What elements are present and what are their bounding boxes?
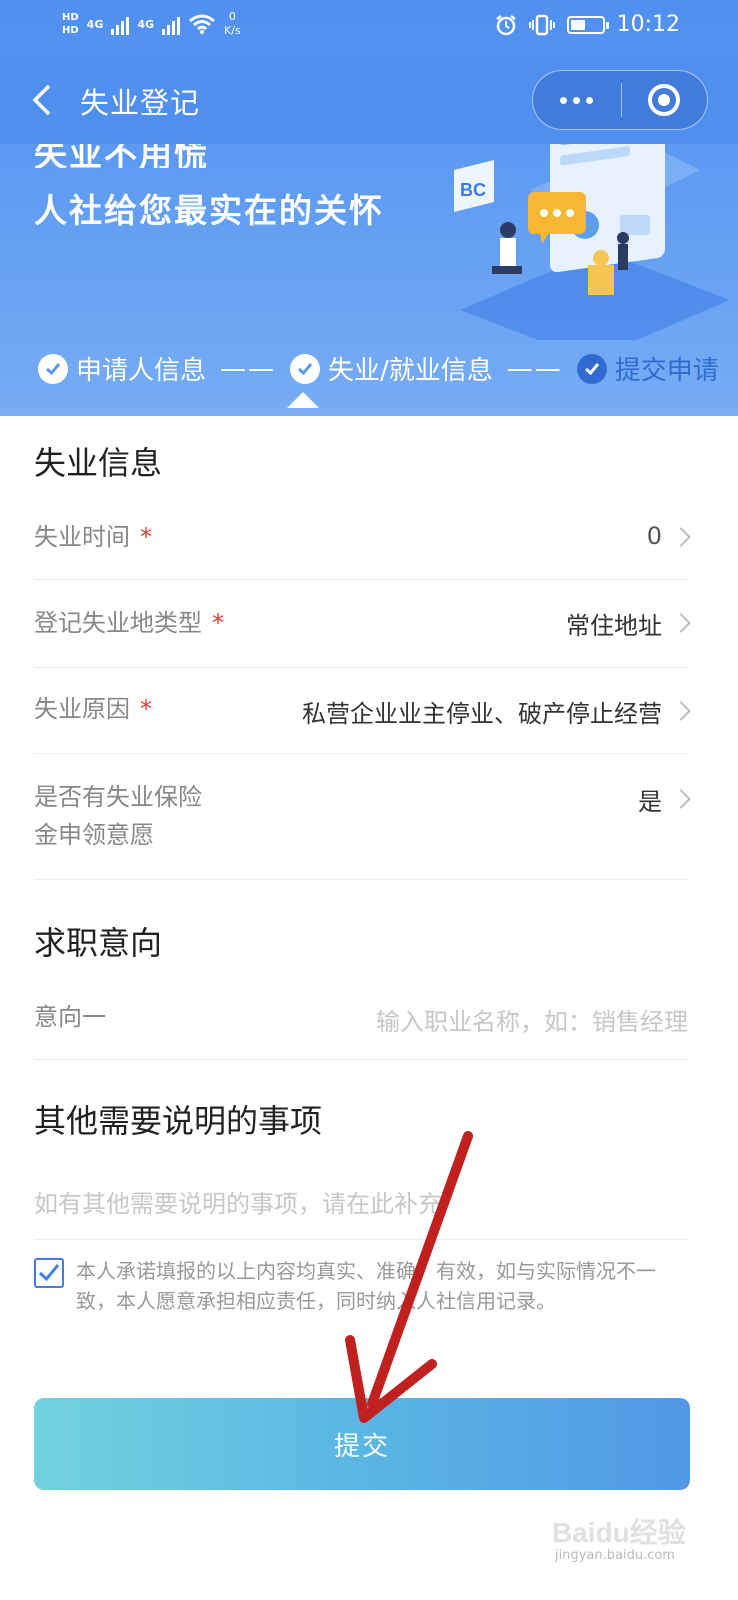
row-label-line2: 金申领意愿	[34, 821, 154, 849]
row-unemployment-date[interactable]: 失业时间 * 0	[34, 498, 691, 580]
alarm-icon	[495, 14, 516, 35]
step-label: 申请人信息	[76, 356, 207, 386]
job-intent-section-title: 求职意向	[34, 924, 163, 962]
hd-label-1: HD	[62, 12, 79, 23]
row-value: 常住地址	[566, 612, 662, 640]
required-mark: *	[140, 695, 152, 723]
signal-icon	[162, 13, 181, 35]
clock: 10:12	[616, 12, 680, 37]
step-employment-info: 失业/就业信息	[290, 350, 493, 387]
chevron-right-icon	[671, 527, 691, 547]
unemployment-section-title: 失业信息	[34, 444, 163, 482]
banner-slogan-line2: 人社给您最实在的关怀	[34, 191, 384, 230]
required-mark: *	[140, 523, 152, 551]
row-job-intent-1: 意向一 输入职业名称，如：销售经理	[34, 976, 688, 1060]
status-left: HD HD 4G 4G 0 K/s	[62, 10, 241, 38]
chevron-right-icon	[671, 613, 691, 633]
miniprogram-capsule	[532, 70, 708, 130]
row-label-line1: 是否有失业保险	[34, 783, 202, 811]
step-applicant-info: 申请人信息	[38, 350, 206, 387]
row-label-text: 登记失业地类型	[34, 609, 202, 637]
network-type-2: 4G	[137, 17, 155, 31]
battery-icon	[566, 15, 609, 34]
consent-text: 本人承诺填报的以上内容均真实、准确、有效，如与实际情况不一致，本人愿意承担相应责…	[76, 1259, 656, 1313]
more-menu-button[interactable]	[533, 71, 621, 129]
baidu-watermark-logo: Baidu经验	[552, 1516, 686, 1548]
row-label: 是否有失业保险 金申领意愿	[34, 778, 202, 854]
watermark-brand: Baidu经验	[552, 1516, 686, 1548]
back-arrow-icon	[32, 84, 51, 116]
vibrate-icon	[528, 14, 555, 35]
step-separator: ——	[506, 353, 563, 384]
row-label: 登记失业地类型 *	[34, 604, 224, 642]
step-submit-application: 提交申请	[576, 350, 719, 387]
status-right: 10:12	[495, 12, 680, 37]
network-type-1: 4G	[86, 17, 104, 31]
chevron-right-icon	[671, 701, 691, 721]
page-title: 失业登记	[80, 86, 201, 120]
network-speed: 0 K/s	[224, 10, 241, 38]
wifi-icon	[189, 14, 216, 34]
other-notes-section-title: 其他需要说明的事项	[34, 1102, 323, 1140]
signal-icon	[111, 13, 130, 35]
required-mark: *	[212, 609, 224, 637]
chevron-right-icon	[671, 789, 691, 809]
speed-value: 0	[228, 10, 236, 23]
hd-indicator: HD HD	[62, 11, 79, 37]
row-value: 0	[646, 522, 662, 550]
row-label: 失业原因 *	[34, 690, 152, 728]
status-bar: HD HD 4G 4G 0 K/s 10:12	[0, 0, 738, 56]
row-label: 失业时间 *	[34, 518, 152, 556]
nav-bar: 失业登记	[0, 56, 738, 144]
row-other-notes: 如有其他需要说明的事项，请在此补充	[34, 1160, 688, 1240]
row-value: 私营企业业主停业、破产停止经营	[302, 700, 662, 728]
submit-button[interactable]: 提交	[34, 1398, 690, 1490]
checkmark-icon	[38, 1264, 60, 1282]
current-step-pointer	[287, 392, 319, 408]
back-button[interactable]	[22, 78, 62, 122]
consent-checkbox[interactable]	[34, 1258, 64, 1288]
job-intent-input[interactable]: 输入职业名称，如：销售经理	[376, 1002, 688, 1037]
progress-steps: 申请人信息 —— 失业/就业信息 —— 提交申请	[38, 350, 719, 387]
row-value: 是	[638, 788, 662, 816]
banner-illustration: BC	[454, 130, 730, 340]
check-circle-icon	[38, 353, 68, 384]
speed-unit: K/s	[224, 24, 241, 37]
close-miniprogram-button[interactable]	[622, 71, 708, 129]
row-label-text: 失业时间	[34, 523, 130, 551]
illustration-label: BC	[460, 180, 486, 200]
check-circle-icon	[576, 353, 607, 384]
step-label: 提交申请	[614, 356, 719, 386]
other-notes-input[interactable]: 如有其他需要说明的事项，请在此补充	[34, 1184, 442, 1219]
row-registration-location-type[interactable]: 登记失业地类型 * 常住地址	[34, 580, 691, 668]
hd-label-2: HD	[62, 25, 79, 36]
row-label-text: 失业原因	[34, 695, 130, 723]
check-circle-icon	[290, 353, 321, 384]
row-insurance-claim-intent[interactable]: 是否有失业保险 金申领意愿 是	[34, 754, 691, 880]
step-separator: ——	[220, 353, 277, 384]
watermark-url: jingyan.baidu.com	[555, 1548, 675, 1563]
row-unemployment-reason[interactable]: 失业原因 * 私营企业业主停业、破产停止经营	[34, 668, 691, 754]
step-label: 失业/就业信息	[328, 356, 493, 386]
job-intent-label: 意向一	[34, 1003, 106, 1031]
target-icon	[648, 84, 681, 116]
